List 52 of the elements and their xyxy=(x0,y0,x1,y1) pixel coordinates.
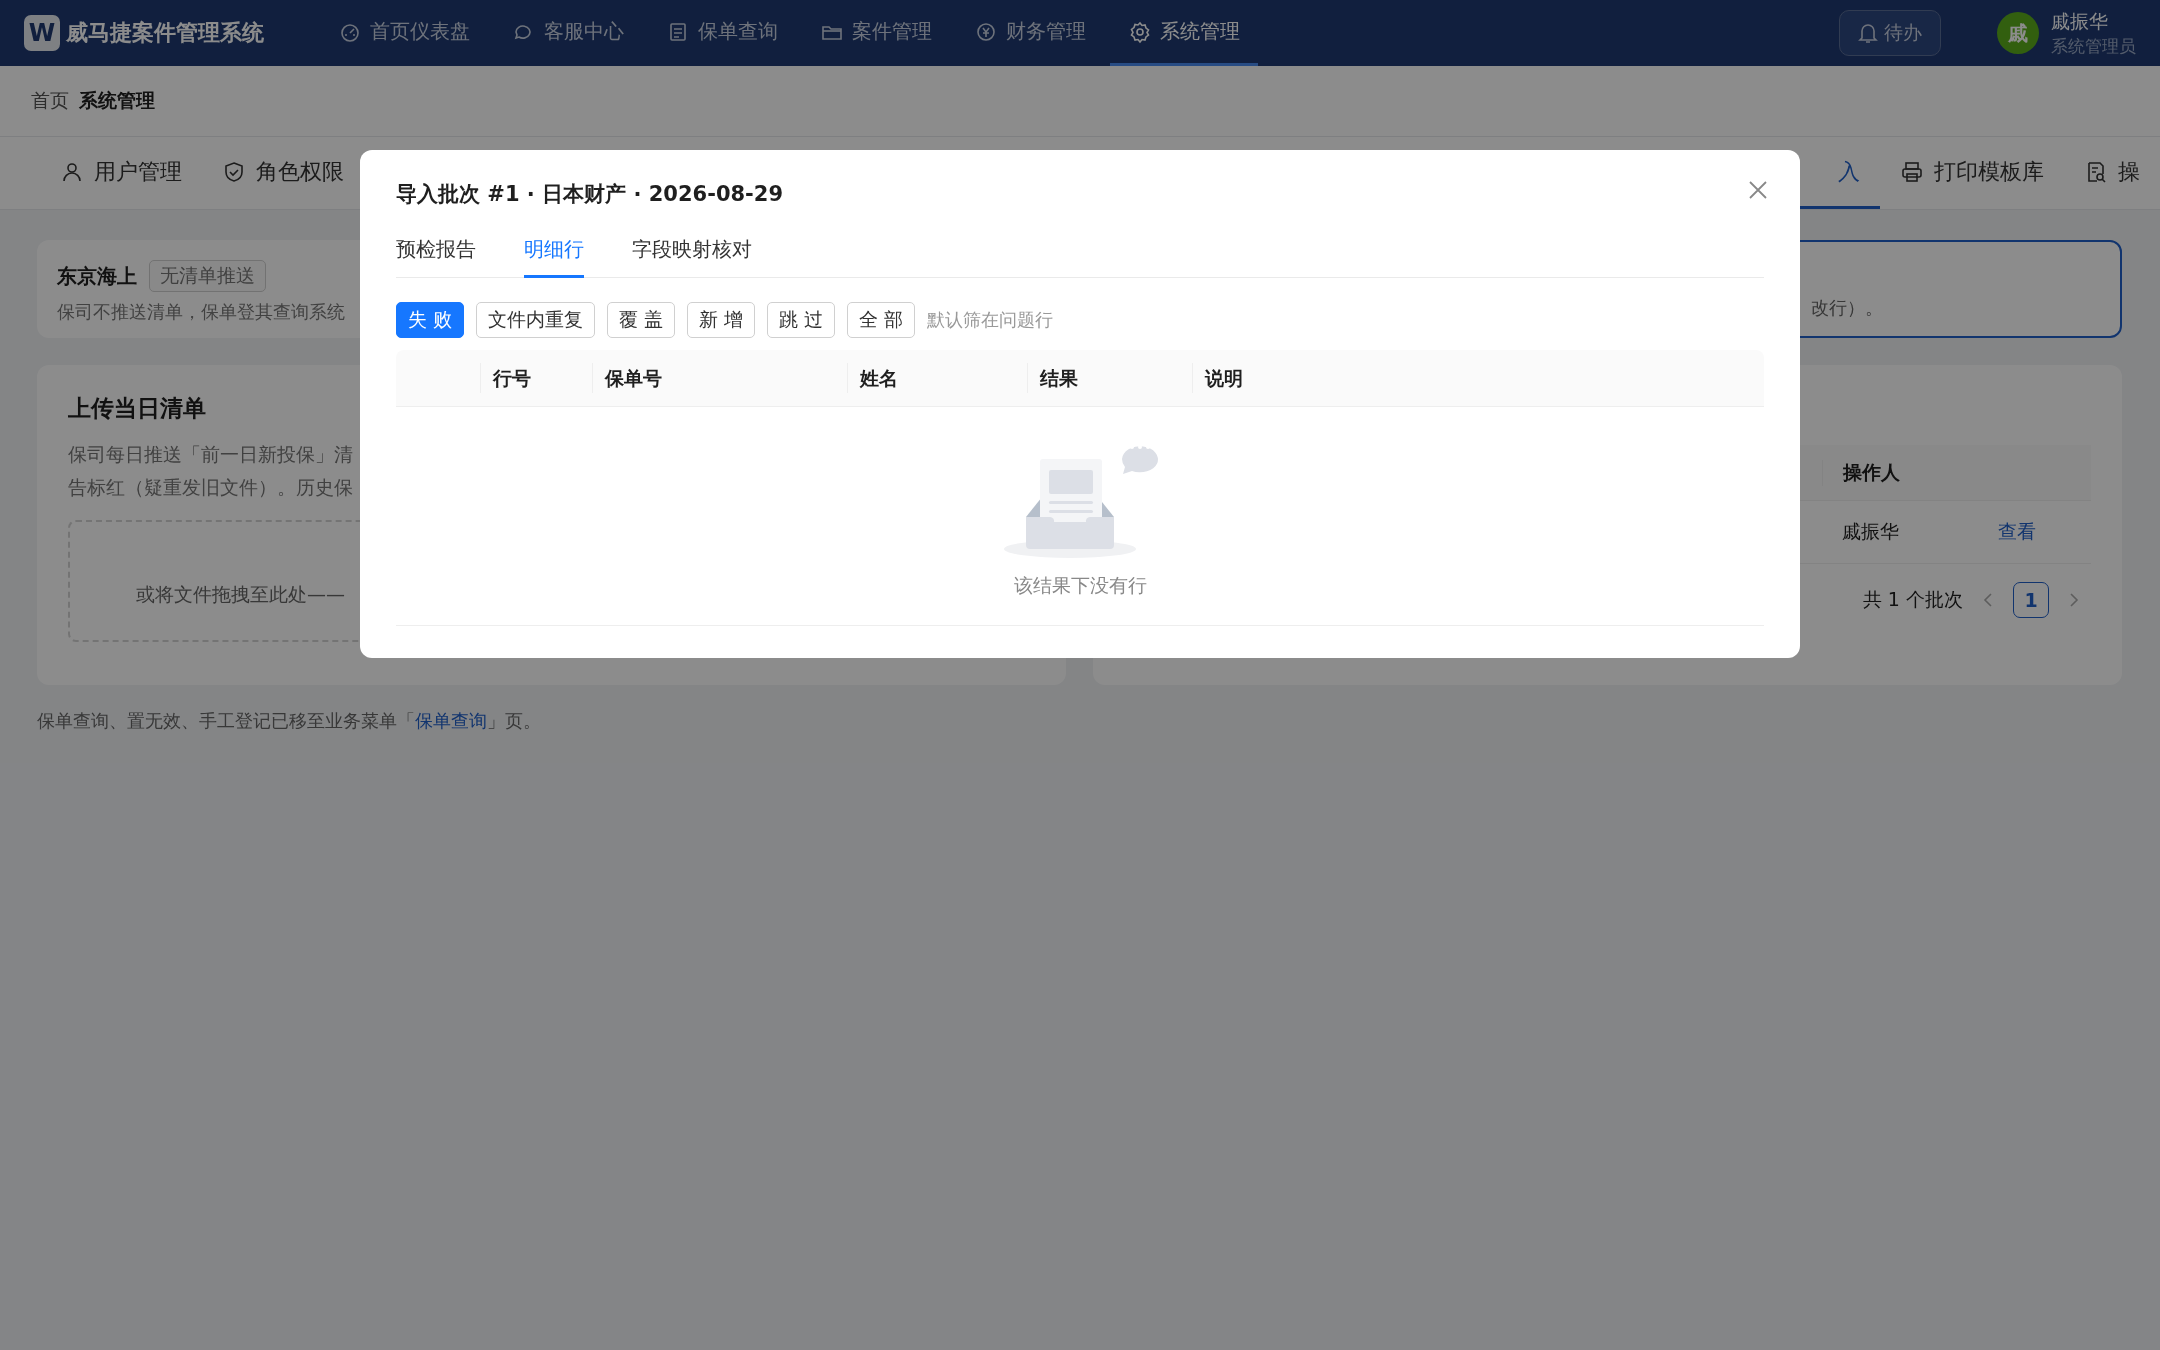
todo-button[interactable]: 待办 xyxy=(1839,10,1941,56)
card-description: 告标红（疑重发旧文件）。历史保 xyxy=(68,475,353,500)
user-name: 戚振华 xyxy=(2051,8,2109,34)
user-avatar[interactable]: 戚 xyxy=(1997,12,2039,54)
status-tag: 无清单推送 xyxy=(149,260,266,292)
modal-title: 导入批次 #1 · 日本财产 · 2026-08-29 xyxy=(396,181,784,208)
modal-tab[interactable]: 字段映射核对 xyxy=(632,228,752,278)
page-tab[interactable]: 操 xyxy=(2064,137,2160,209)
insurer-description: 保司不推送清单，保单登其查询系统 xyxy=(57,300,345,324)
user-role: 系统管理员 xyxy=(2051,34,2136,58)
insurer-name: 东京海上 xyxy=(57,262,137,290)
page-tab[interactable]: 角色权限 xyxy=(202,137,364,209)
breadcrumb-item[interactable]: 首页 xyxy=(31,88,69,114)
printer-icon xyxy=(1900,159,1924,184)
column-header: 操作人 xyxy=(1822,459,1978,486)
nav-item[interactable]: 财务管理 xyxy=(956,0,1104,66)
filter-button[interactable]: 全 部 xyxy=(847,302,916,338)
filter-button[interactable]: 覆 盖 xyxy=(607,302,676,338)
column-header: 结果 xyxy=(1027,363,1192,393)
page-tab[interactable]: 用户管理 xyxy=(40,137,202,209)
view-link[interactable]: 查看 xyxy=(1978,519,2091,545)
modal-tab[interactable]: 明细行 xyxy=(524,228,584,278)
page-tab[interactable]: 打印模板库 xyxy=(1880,137,2064,209)
column-header: 说明 xyxy=(1192,363,1764,393)
filter-button[interactable]: 跳 过 xyxy=(767,302,836,338)
filter-button[interactable]: 新 增 xyxy=(687,302,756,338)
nav-item[interactable]: 首页仪表盘 xyxy=(320,0,488,66)
total-count: 共 1 个批次 xyxy=(1862,587,1963,612)
column-header: 行号 xyxy=(480,363,592,393)
table-cell-text: 戚振华 xyxy=(1841,519,1900,544)
card-title: 上传当日清单 xyxy=(68,394,207,423)
policy-link[interactable]: 保单查询 xyxy=(415,710,487,731)
app-logo: W xyxy=(24,15,60,51)
column-header: 姓名 xyxy=(847,363,1027,393)
nav-item[interactable]: 保单查询 xyxy=(648,0,796,66)
nav-item[interactable]: 案件管理 xyxy=(802,0,950,66)
card-description: 保司每日推送「前一日新投保」清 xyxy=(68,442,353,467)
filter-hint: 默认筛在问题行 xyxy=(927,308,1054,332)
breadcrumb-item: 系统管理 xyxy=(79,88,155,113)
modal-tab[interactable]: 预检报告 xyxy=(396,228,476,278)
empty-message: 该结果下没有行 xyxy=(1013,573,1147,598)
notice-text: 改行）。 xyxy=(1811,296,1883,320)
page-button[interactable]: 1 xyxy=(2013,582,2049,618)
column-header: 保单号 xyxy=(592,363,847,393)
shield-icon xyxy=(222,159,246,184)
filter-button[interactable]: 失 败 xyxy=(396,302,465,338)
app-title: 威马捷案件管理系统 xyxy=(66,19,264,47)
nav-item[interactable]: 客服中心 xyxy=(494,0,642,66)
bell-icon xyxy=(1858,22,1878,44)
footnote: 保单查询、置无效、手工登记已移至业务菜单「保单查询」页。 xyxy=(37,709,542,733)
settings-icon xyxy=(1128,19,1152,44)
filter-button[interactable]: 文件内重复 xyxy=(476,302,596,338)
